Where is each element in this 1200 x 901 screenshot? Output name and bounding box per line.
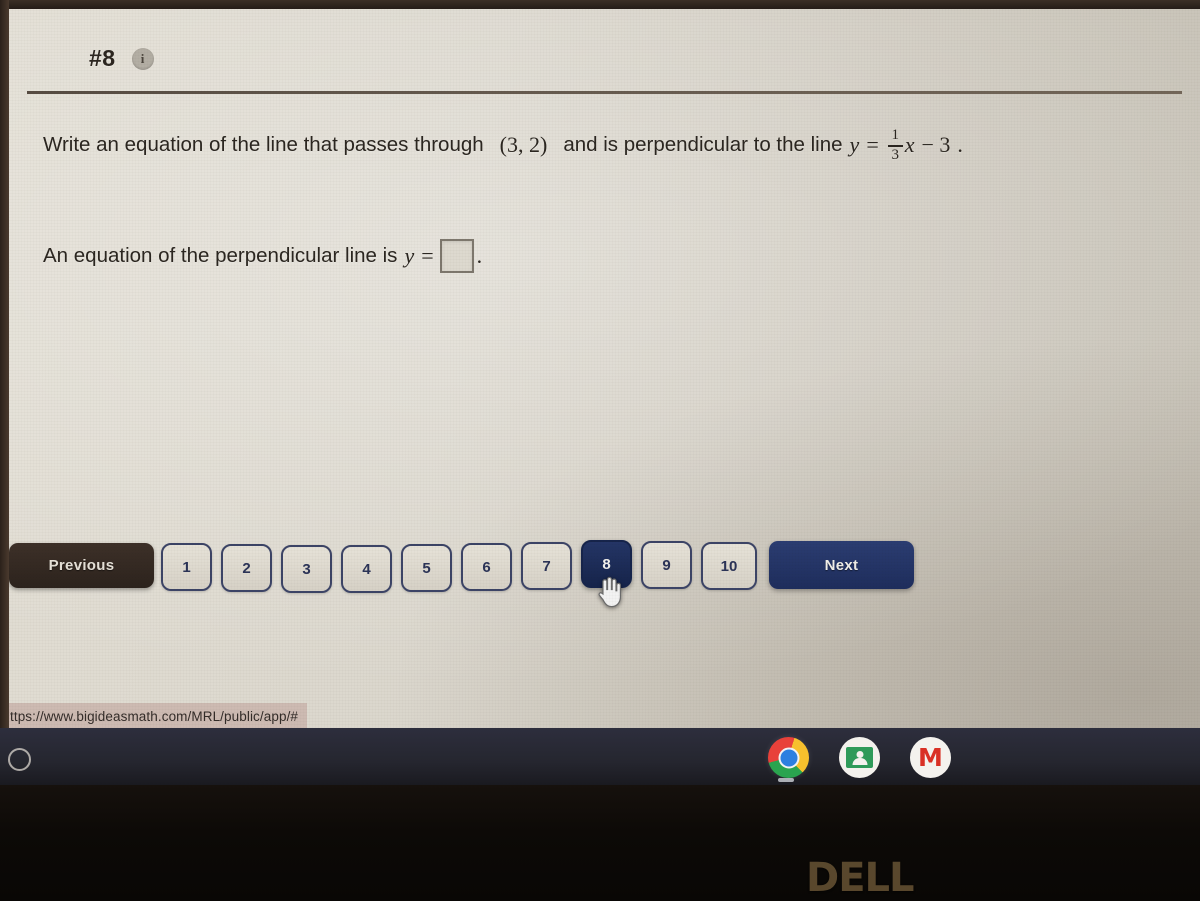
- page-button-4[interactable]: 4: [341, 545, 392, 593]
- page-button-9[interactable]: 9: [641, 541, 692, 589]
- previous-button[interactable]: Previous: [9, 543, 154, 588]
- dell-logo: DELL: [806, 855, 915, 901]
- prompt-text-part1: Write an equation of the line that passe…: [43, 132, 484, 156]
- laptop-bezel: [0, 785, 1200, 900]
- point-coordinates: (3, 2): [499, 131, 548, 157]
- page-button-7[interactable]: 7: [521, 542, 572, 590]
- chrome-icon[interactable]: [768, 737, 809, 782]
- shelf-icon-group: M: [768, 737, 951, 782]
- page-button-3[interactable]: 3: [281, 545, 332, 593]
- bezel-left-edge: [0, 0, 9, 728]
- classroom-glyph-icon: [846, 747, 873, 768]
- fraction-numerator: 1: [891, 127, 899, 143]
- page-number-list: 1 2 3 4 5 6 7 8 9 10: [161, 537, 757, 593]
- equation-constant: − 3: [921, 131, 951, 157]
- answer-period: .: [476, 243, 483, 268]
- page-button-10[interactable]: 10: [701, 542, 757, 590]
- answer-variable-y: y: [404, 243, 415, 268]
- fraction-denominator: 3: [891, 146, 899, 163]
- laptop-screen: #8 i Write an equation of the line that …: [9, 9, 1200, 728]
- page-button-1[interactable]: 1: [161, 543, 212, 591]
- question-header: #8 i: [89, 45, 154, 72]
- equation-period: .: [957, 131, 963, 157]
- google-classroom-icon[interactable]: [839, 737, 880, 778]
- answer-prompt-text: An equation of the perpendicular line is: [43, 244, 398, 267]
- info-icon[interactable]: i: [131, 47, 154, 70]
- hand-cursor-icon: [598, 576, 622, 608]
- answer-line: An equation of the perpendicular line is…: [43, 239, 482, 273]
- question-number: #8: [89, 45, 116, 71]
- equation-equals: =: [866, 131, 879, 157]
- next-button[interactable]: Next: [769, 541, 914, 589]
- status-bar-url: ttps://www.bigideasmath.com/MRL/public/a…: [9, 703, 308, 728]
- laptop-photo: #8 i Write an equation of the line that …: [0, 0, 1200, 901]
- equation-variable: x: [904, 131, 915, 157]
- equation-y: y: [849, 131, 860, 157]
- os-shelf: M: [0, 728, 1200, 785]
- question-prompt: Write an equation of the line that passe…: [43, 127, 963, 164]
- page-button-5[interactable]: 5: [401, 544, 452, 592]
- equation-fraction: 1 3: [887, 127, 903, 164]
- bezel-top-edge: [0, 0, 1200, 9]
- prompt-text-part2: and is perpendicular to the line: [563, 132, 843, 156]
- page-button-2[interactable]: 2: [221, 544, 272, 592]
- page-button-6[interactable]: 6: [461, 543, 512, 591]
- answer-input[interactable]: [439, 239, 474, 273]
- header-divider: [27, 91, 1182, 94]
- answer-equals: =: [421, 243, 434, 268]
- gmail-icon[interactable]: M: [910, 737, 951, 778]
- launcher-circle-icon[interactable]: [8, 748, 31, 771]
